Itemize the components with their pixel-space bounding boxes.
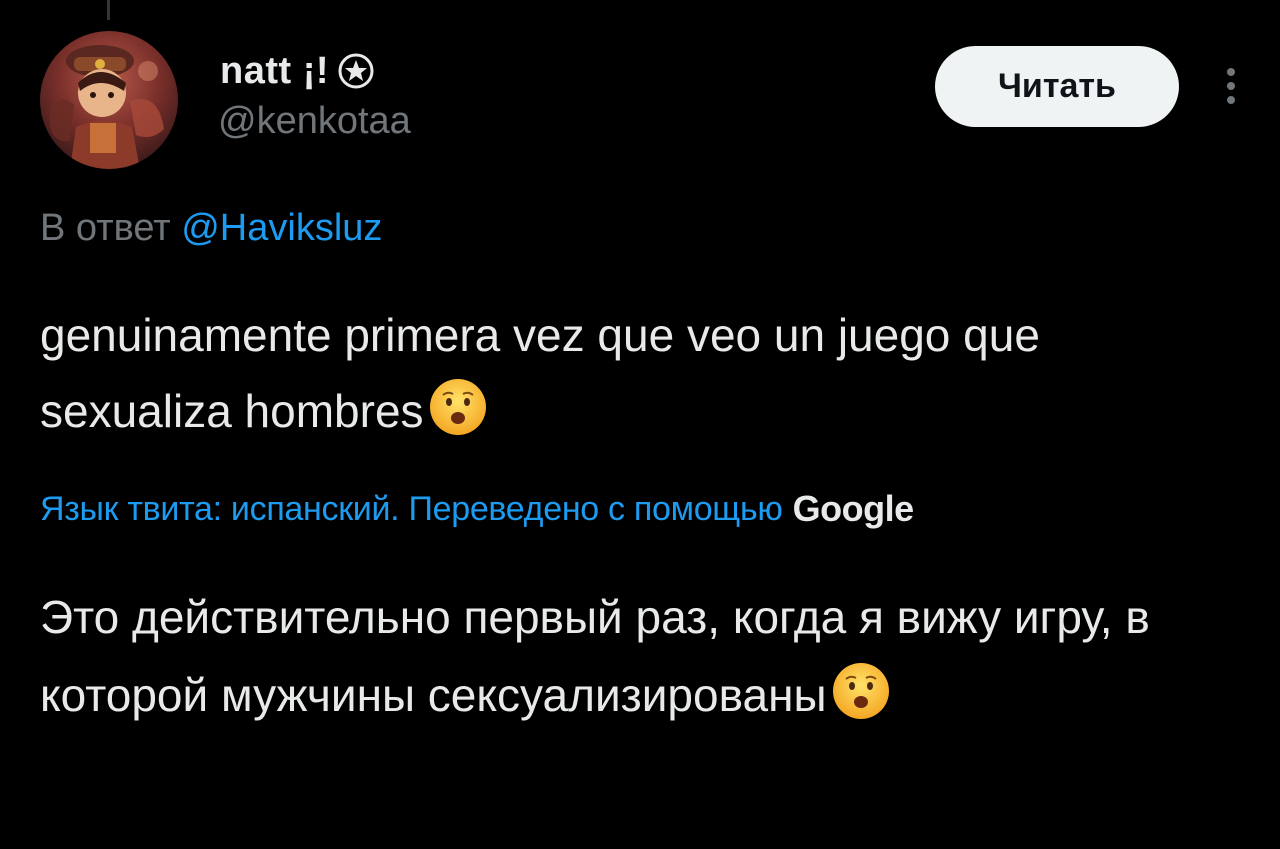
google-logo: Google [792,488,915,529]
reply-mention-link[interactable]: @Haviksluz [181,207,382,249]
translated-text-content: Это действительно первый раз, когда я ви… [40,591,1150,721]
translation-label[interactable]: Язык твита: испанский. Переведено с помо… [40,490,783,529]
reply-context: В ответ @Haviksluz [40,207,382,250]
reply-prefix: В ответ [40,207,171,249]
more-vertical-icon[interactable] [1216,64,1246,108]
tweet-text: genuinamente primera vez que veo un jueg… [40,297,1240,449]
tweet-text-content: genuinamente primera vez que veo un jueg… [40,309,1040,437]
avatar-image [50,45,164,169]
author-handle[interactable]: @kenkotaa [218,100,411,143]
author-display-name[interactable]: natt ¡! [220,50,329,93]
follow-button[interactable]: Читать [935,46,1179,127]
translation-notice[interactable]: Язык твита: испанский. Переведено с помо… [40,488,914,530]
astonished-face-emoji [429,379,486,435]
avatar[interactable] [40,31,178,169]
translated-text: Это действительно первый раз, когда я ви… [40,578,1240,734]
star-badge-icon [338,53,374,89]
author-name-row[interactable]: natt ¡! [220,44,375,98]
thread-connector-line [107,0,110,20]
astonished-face-emoji [832,663,889,719]
